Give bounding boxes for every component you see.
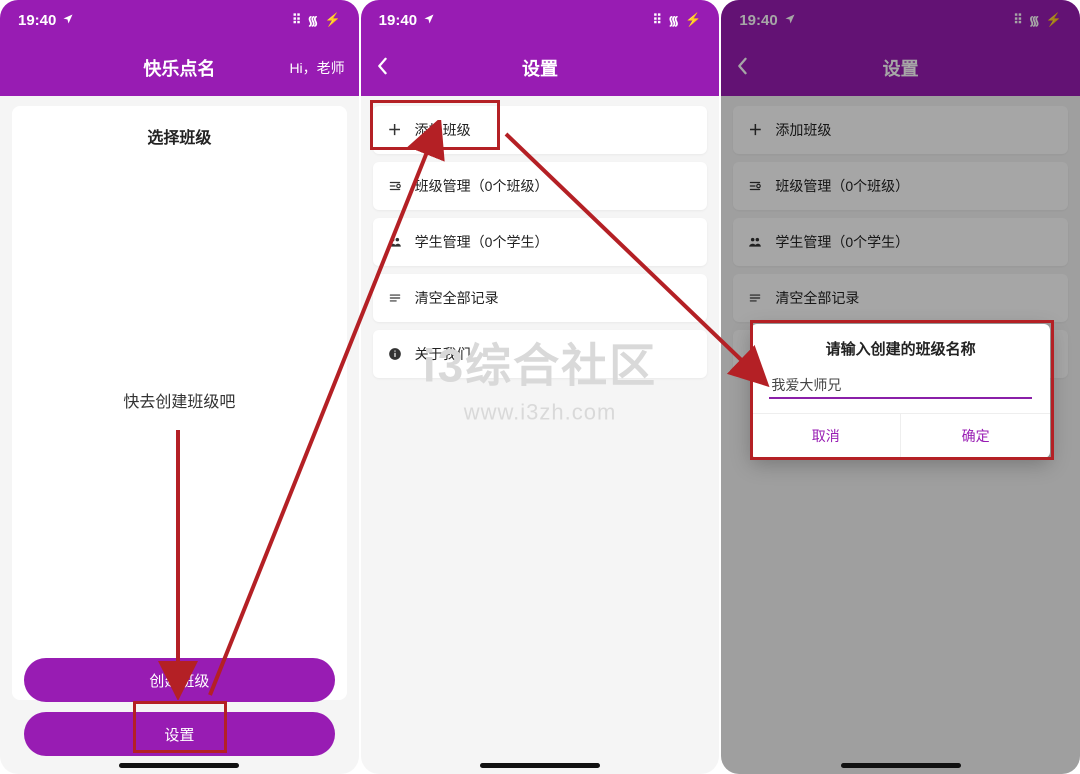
list-label: 清空全部记录 bbox=[415, 288, 499, 308]
header-greeting: Hi，老师 bbox=[289, 58, 344, 78]
cancel-button[interactable]: 取消 bbox=[751, 414, 901, 458]
clear-icon bbox=[387, 290, 403, 306]
status-bar: 19:40 ⠿ ᯾ ⚡ bbox=[361, 0, 720, 40]
back-button[interactable] bbox=[375, 57, 389, 79]
plus-icon: ＋ bbox=[387, 122, 403, 138]
select-class-title: 选择班级 bbox=[28, 124, 331, 148]
settings-button[interactable]: 设置 bbox=[24, 712, 335, 756]
footer-buttons: 创建班级 设置 bbox=[24, 648, 335, 756]
wifi-icon: ᯾ bbox=[668, 11, 679, 29]
about-item[interactable]: 关于我们 bbox=[373, 330, 708, 378]
confirm-button[interactable]: 确定 bbox=[901, 414, 1050, 458]
add-class-item[interactable]: ＋ 添加班级 bbox=[373, 106, 708, 154]
status-bar: 19:40 ⠿ ᯾ ⚡ bbox=[0, 0, 359, 40]
home-indicator[interactable] bbox=[480, 763, 600, 768]
empty-message: 快去创建班级吧 bbox=[28, 388, 331, 412]
signal-icon: ⠿ bbox=[292, 12, 302, 28]
header-bar: 设置 bbox=[361, 40, 720, 96]
status-time: 19:40 bbox=[379, 12, 417, 29]
header-title: 设置 bbox=[522, 55, 558, 81]
list-label: 学生管理（0个学生） bbox=[415, 232, 549, 252]
people-icon bbox=[387, 234, 403, 250]
dialog-title: 请输入创建的班级名称 bbox=[751, 324, 1050, 369]
phone-screen-1: 19:40 ⠿ ᯾ ⚡ 快乐点名 Hi，老师 选择班级 快去创建班级吧 创建班级… bbox=[0, 0, 359, 774]
main-card: 选择班级 快去创建班级吧 bbox=[12, 106, 347, 700]
dialog-actions: 取消 确定 bbox=[751, 413, 1050, 458]
search-list-icon bbox=[387, 178, 403, 194]
location-icon bbox=[62, 12, 74, 29]
battery-icon: ⚡ bbox=[324, 12, 340, 28]
battery-icon: ⚡ bbox=[685, 12, 701, 28]
phone-screen-3: 19:40 ⠿ ᯾ ⚡ 设置 ＋ 添加班级 bbox=[721, 0, 1080, 774]
header-title: 快乐点名 bbox=[143, 55, 215, 81]
settings-list: ＋ 添加班级 班级管理（0个班级） 学生管理（0个学生） 清空全部记录 bbox=[361, 96, 720, 396]
wifi-icon: ᯾ bbox=[307, 11, 318, 29]
home-indicator[interactable] bbox=[119, 763, 239, 768]
create-class-dialog: 请输入创建的班级名称 取消 确定 bbox=[751, 324, 1050, 458]
home-indicator[interactable] bbox=[841, 763, 961, 768]
list-label: 班级管理（0个班级） bbox=[415, 176, 549, 196]
phone-screen-2: 19:40 ⠿ ᯾ ⚡ 设置 ＋ 添加班级 bbox=[361, 0, 720, 774]
signal-icon: ⠿ bbox=[653, 12, 663, 28]
clear-records-item[interactable]: 清空全部记录 bbox=[373, 274, 708, 322]
location-icon bbox=[423, 12, 435, 29]
list-label: 关于我们 bbox=[415, 344, 471, 364]
class-mgmt-item[interactable]: 班级管理（0个班级） bbox=[373, 162, 708, 210]
info-icon bbox=[387, 346, 403, 362]
create-class-button[interactable]: 创建班级 bbox=[24, 658, 335, 702]
student-mgmt-item[interactable]: 学生管理（0个学生） bbox=[373, 218, 708, 266]
class-name-input[interactable] bbox=[769, 373, 1032, 399]
list-label: 添加班级 bbox=[415, 120, 471, 140]
status-time: 19:40 bbox=[18, 12, 56, 29]
header-bar: 快乐点名 Hi，老师 bbox=[0, 40, 359, 96]
